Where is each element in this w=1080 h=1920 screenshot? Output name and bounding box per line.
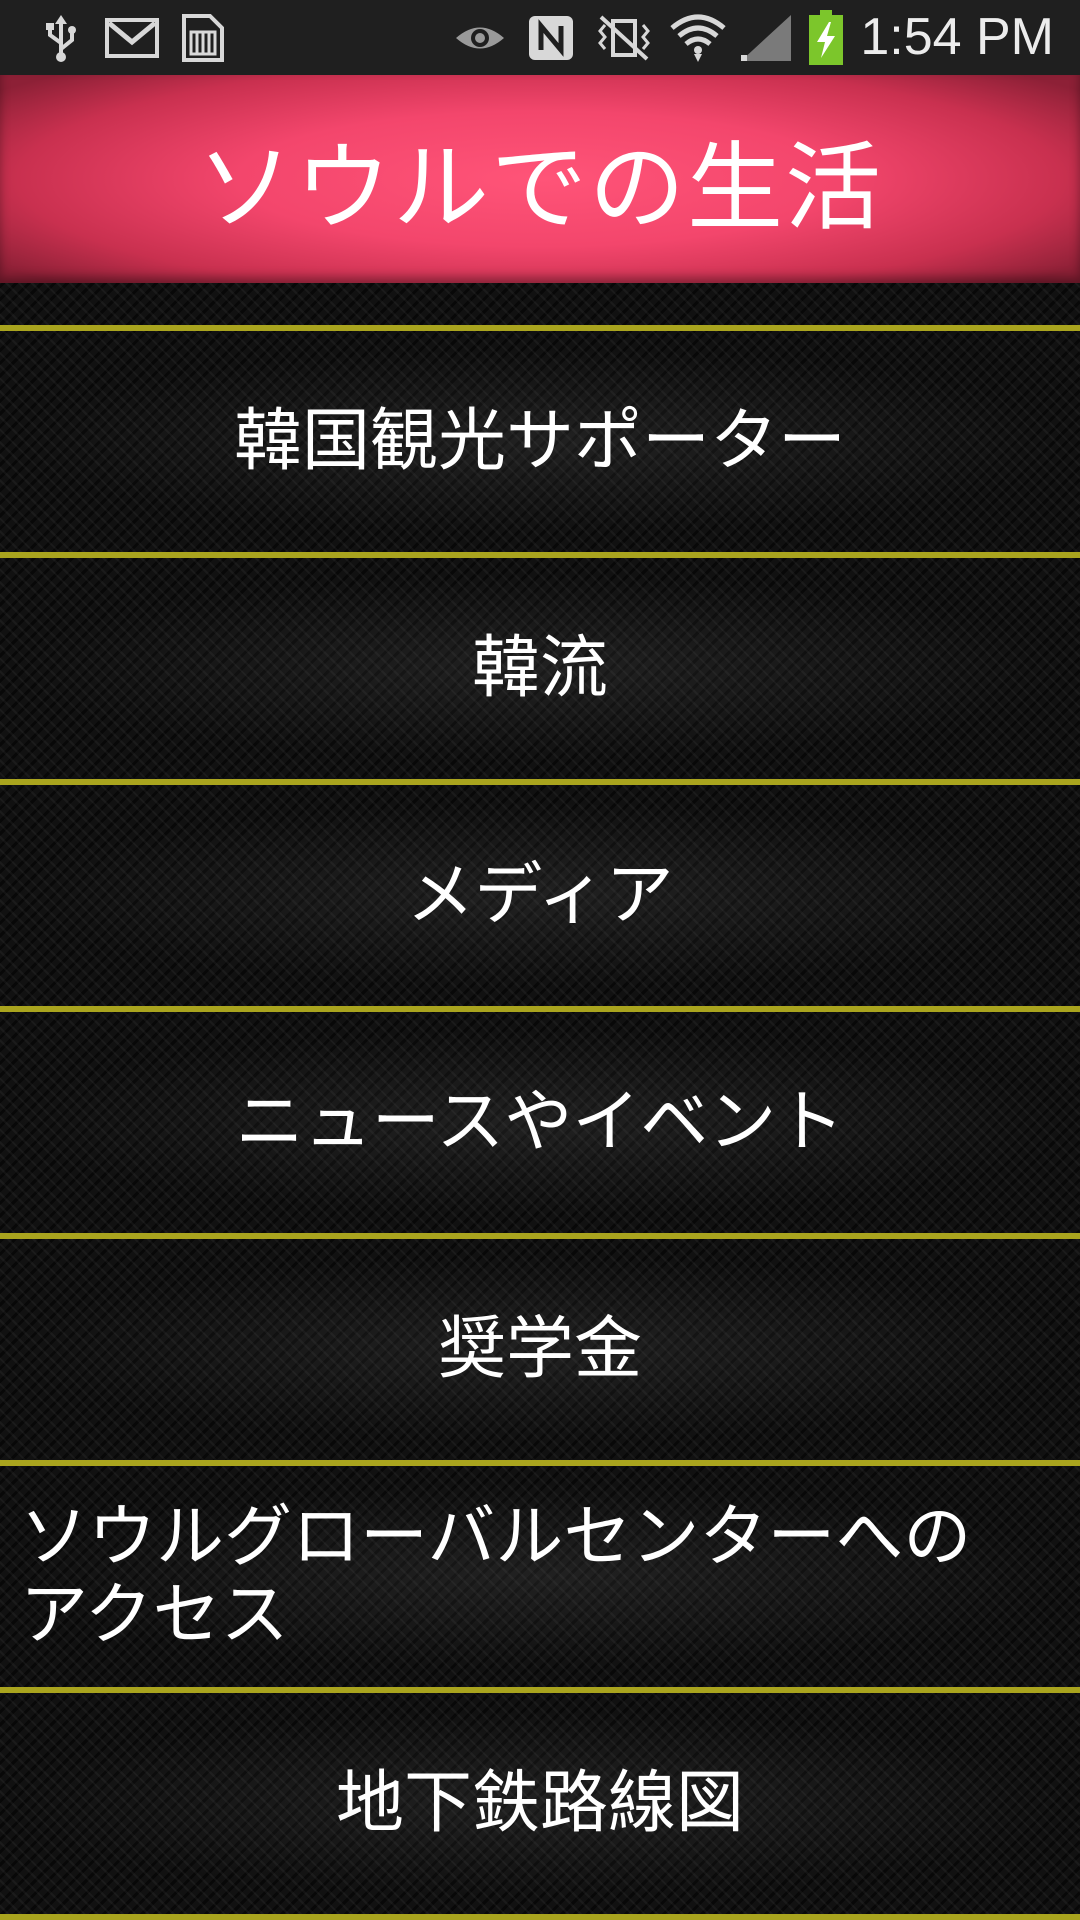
status-bar: 1:54 PM: [0, 0, 1080, 75]
menu-item-label: 地下鉄路線図: [335, 1763, 744, 1843]
eye-icon: [452, 12, 508, 64]
status-time: 1:54 PM: [860, 8, 1054, 66]
sim-card-icon: [178, 12, 228, 64]
signal-icon: [738, 12, 794, 64]
menu-item-news-events[interactable]: ニュースやイベント: [0, 1006, 1080, 1233]
menu-item-label: 奨学金: [437, 1309, 642, 1389]
menu-divider: [0, 1914, 1080, 1920]
vibrate-mute-icon: [594, 12, 654, 64]
menu-item-seoul-global-center-access[interactable]: ソウルグローバルセンターへのアクセス: [0, 1460, 1080, 1687]
menu-item-label: 韓国観光サポーター: [233, 401, 846, 481]
usb-icon: [36, 12, 86, 64]
app-header: ソウルでの生活: [0, 75, 1080, 283]
menu-item-korea-tourism-supporter[interactable]: 韓国観光サポーター: [0, 325, 1080, 552]
battery-charging-icon: [806, 10, 846, 65]
menu-top-gap: [0, 283, 1080, 325]
gmail-icon: [104, 12, 160, 64]
menu-item-label: 韓流: [471, 628, 608, 708]
menu-item-label: メディア: [406, 855, 674, 935]
menu-item-label: ソウルグローバルセンターへのアクセス: [20, 1497, 972, 1655]
menu-item-scholarship[interactable]: 奨学金: [0, 1233, 1080, 1460]
nfc-icon: [526, 12, 576, 64]
wifi-icon: [668, 12, 728, 64]
menu-list: 韓国観光サポーター 韓流 メディア ニュースやイベント 奨学金 ソウルグローバル…: [0, 283, 1080, 1920]
menu-item-label: ニュースやイベント: [235, 1082, 845, 1162]
menu-item-hallyu[interactable]: 韓流: [0, 552, 1080, 779]
app-screen: 1:54 PM ソウルでの生活 韓国観光サポーター 韓流 メディア ニュースやイ…: [0, 0, 1080, 1920]
page-title: ソウルでの生活: [197, 131, 883, 244]
menu-item-media[interactable]: メディア: [0, 779, 1080, 1006]
menu-item-subway-map[interactable]: 地下鉄路線図: [0, 1687, 1080, 1914]
